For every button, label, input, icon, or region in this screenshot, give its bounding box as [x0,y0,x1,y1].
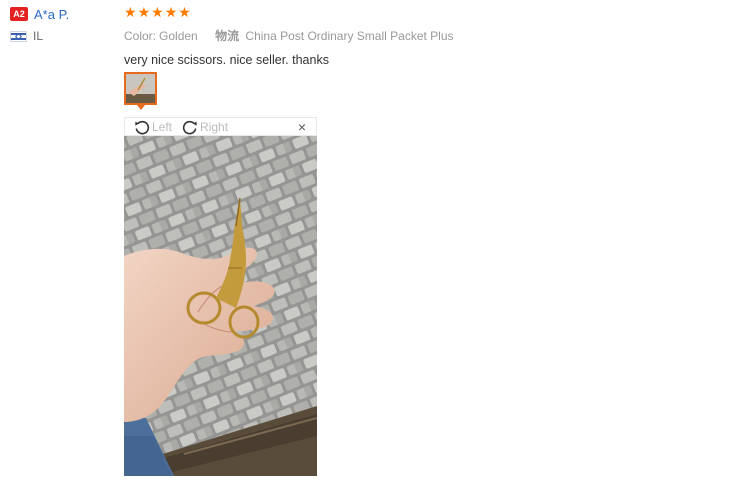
star-icon: ★ [151,4,164,20]
thumbnail-selected-pointer [137,105,145,110]
shipping-label: 物流 [215,29,240,43]
star-icon: ★ [137,4,151,20]
color-value: Golden [159,29,198,43]
order-info: Color: Golden 物流 China Post Ordinary Smal… [124,27,744,44]
star-icon: ★ [178,4,191,20]
rotate-left-icon [135,120,150,134]
rotate-right-icon [182,120,197,134]
close-icon[interactable]: × [298,119,306,135]
rotate-left-button[interactable]: Left [134,119,172,135]
star-icon: ★ [164,4,178,20]
photo-viewer-toolbar: Left Right × [124,117,317,136]
rotate-right-label: Right [200,119,229,134]
rotate-left-label: Left [152,119,173,134]
review-photo-thumbnail[interactable] [124,72,157,105]
buyer-level-badge: A2 [10,7,28,21]
rotate-right-button[interactable]: Right [182,119,228,135]
review-photo [124,136,317,476]
star-icon: ★ [124,4,137,20]
shipping-info: 物流 China Post Ordinary Small Packet Plus [215,29,453,43]
israel-flag-icon [10,30,27,42]
buyer-name-row: A2 A*a P. [10,6,110,22]
buyer-country-code: IL [33,29,44,43]
buyer-country-row: IL [10,28,110,44]
shipping-value: China Post Ordinary Small Packet Plus [245,29,454,43]
review-comment: very nice scissors. nice seller. thanks [124,53,329,67]
buyer-name[interactable]: A*a P. [34,7,69,22]
color-label: Color: [124,29,157,43]
buyer-info: A2 A*a P. IL [10,6,110,44]
photo-viewer: Left Right × [124,117,317,477]
star-rating: ★ ★ ★ ★ ★ [124,4,744,20]
review-photo-thumbnail-wrap [124,72,157,110]
review-body: ★ ★ ★ ★ ★ Color: Golden 物流 China Post Ordinar… [124,4,744,476]
